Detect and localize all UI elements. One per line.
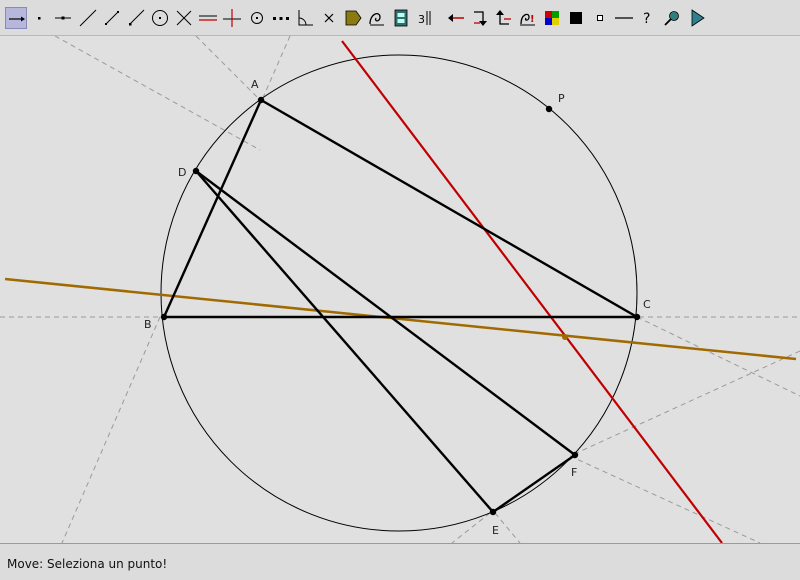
angle-tool-icon[interactable] <box>294 7 316 29</box>
svg-text:?: ? <box>643 11 650 27</box>
delete-tool-icon[interactable] <box>318 7 340 29</box>
point-b[interactable] <box>160 313 168 321</box>
redo-arrow-icon[interactable] <box>469 7 491 29</box>
label-a: A <box>251 78 259 91</box>
segment-ac[interactable] <box>260 98 638 319</box>
label-d: D <box>178 166 186 179</box>
label-c: C <box>643 298 651 311</box>
point-f[interactable] <box>571 451 579 459</box>
label-f: F <box>571 466 577 479</box>
measure-tool-icon[interactable]: 3 <box>414 7 436 29</box>
circle-center-icon[interactable] <box>246 7 268 29</box>
settings-icon[interactable] <box>661 7 683 29</box>
midpoint-icon[interactable] <box>270 7 292 29</box>
line-tool-icon[interactable] <box>77 7 99 29</box>
circle-tool-icon[interactable] <box>149 7 171 29</box>
point-c[interactable] <box>633 313 641 321</box>
status-text: Move: Seleziona un punto! <box>7 557 168 571</box>
construction-line[interactable] <box>54 36 261 151</box>
back-arrow-icon[interactable] <box>493 7 515 29</box>
segment-ef[interactable] <box>492 454 576 513</box>
circumcircle[interactable] <box>160 54 638 532</box>
point-on-object-icon[interactable] <box>52 7 74 29</box>
orange-line[interactable] <box>4 277 797 361</box>
status-bar: Move: Seleziona un punto! <box>0 544 800 580</box>
polygon-tool-icon[interactable] <box>342 7 364 29</box>
svg-text:3: 3 <box>418 13 425 26</box>
segment-tool-icon[interactable] <box>101 7 123 29</box>
help-icon[interactable]: ? <box>637 7 659 29</box>
point-tool-icon[interactable] <box>28 7 50 29</box>
point-d[interactable] <box>192 167 200 175</box>
small-square-icon[interactable] <box>589 7 611 29</box>
construction-line[interactable] <box>451 512 491 543</box>
move-tool-icon[interactable] <box>5 7 27 29</box>
locus-tool-icon[interactable] <box>366 7 388 29</box>
segment-de[interactable] <box>195 170 494 513</box>
film-tool-icon[interactable] <box>390 7 412 29</box>
segment-df[interactable] <box>195 170 576 456</box>
filled-square-icon[interactable] <box>565 7 587 29</box>
macro-tool-icon[interactable]: ! <box>517 7 539 29</box>
play-icon[interactable] <box>686 7 708 29</box>
point-a[interactable] <box>257 96 265 104</box>
points <box>160 96 641 516</box>
line-style-icon[interactable] <box>613 7 635 29</box>
construction-line[interactable] <box>261 36 291 101</box>
color-palette-icon[interactable] <box>541 7 563 29</box>
perpendicular-line-icon[interactable] <box>221 7 243 29</box>
point-e[interactable] <box>489 508 497 516</box>
drawing-canvas[interactable]: A B C D E F P <box>0 36 800 544</box>
intersection-tool-icon[interactable] <box>173 7 195 29</box>
segments <box>162 98 638 513</box>
geometry-canvas[interactable]: A B C D E F P <box>0 36 800 543</box>
toolbar: 3 ! ? <box>0 0 800 36</box>
label-b: B <box>144 318 152 331</box>
svg-text:!: ! <box>530 14 535 25</box>
red-line[interactable] <box>341 40 723 543</box>
label-e: E <box>492 524 499 537</box>
intersection-point[interactable] <box>562 334 568 340</box>
construction-line[interactable] <box>569 350 800 457</box>
point-p[interactable] <box>545 105 553 113</box>
construction-line[interactable] <box>61 316 161 543</box>
parallel-line-icon[interactable] <box>197 7 219 29</box>
label-p: P <box>558 92 565 105</box>
undo-arrow-icon[interactable] <box>445 7 467 29</box>
ray-tool-icon[interactable] <box>125 7 147 29</box>
